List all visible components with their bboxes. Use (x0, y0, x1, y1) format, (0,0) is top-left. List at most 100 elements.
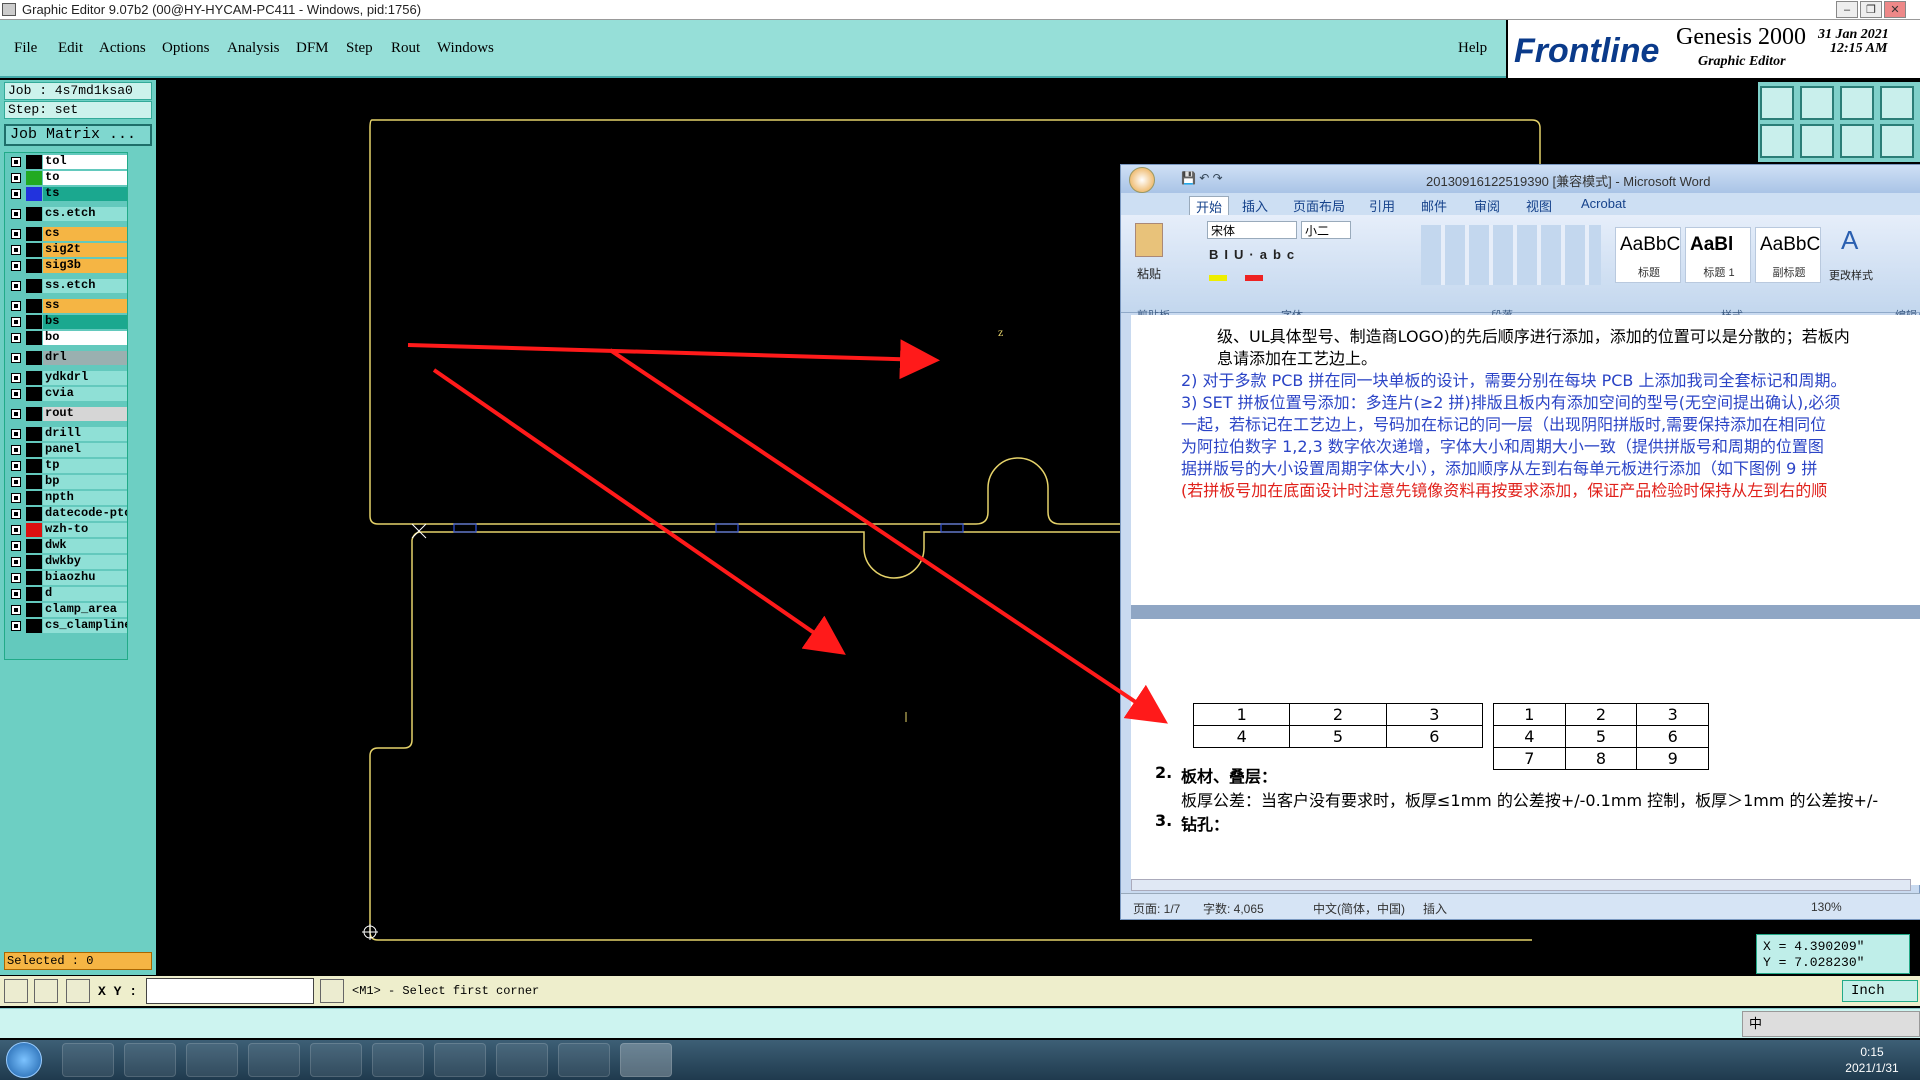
tab-home[interactable]: 开始 (1189, 196, 1230, 217)
document-area[interactable]: 级、UL具体型号、制造商LOGO)的先后顺序进行添加，添加的位置可以是分散的；若… (1131, 315, 1920, 885)
tab-mailings[interactable]: 邮件 (1421, 196, 1447, 215)
measure-icon[interactable] (1880, 124, 1914, 158)
close-button[interactable]: ✕ (1884, 1, 1906, 18)
layer-color-swatch[interactable] (26, 491, 42, 505)
layer-name[interactable]: ydkdrl (43, 371, 127, 385)
ime-toolbar[interactable]: 中 (1742, 1011, 1920, 1037)
layer-color-swatch[interactable] (26, 507, 42, 521)
layer-checkbox[interactable] (11, 461, 21, 471)
word-window[interactable]: 💾 ↶ ↷ 20130916122519390 [兼容模式] - Microso… (1120, 164, 1920, 920)
format-buttons-icon[interactable]: BIU·abc (1209, 247, 1300, 262)
layer-color-swatch[interactable] (26, 227, 42, 241)
style-title[interactable]: AaBbC 标题 (1615, 227, 1681, 283)
layer-row[interactable]: cs (5, 227, 129, 241)
layer-color-swatch[interactable] (26, 619, 42, 633)
menu-actions[interactable]: Actions (99, 40, 146, 57)
layer-row[interactable]: rout (5, 407, 129, 421)
menu-analysis[interactable]: Analysis (227, 40, 280, 57)
layer-checkbox[interactable] (11, 589, 21, 599)
maximize-button[interactable]: ❐ (1860, 1, 1882, 18)
tab-references[interactable]: 引用 (1369, 196, 1395, 215)
layer-color-swatch[interactable] (26, 571, 42, 585)
style-heading1[interactable]: AaBl 标题 1 (1685, 227, 1751, 283)
tab-insert[interactable]: 插入 (1242, 196, 1268, 215)
tab-review[interactable]: 审阅 (1474, 196, 1500, 215)
layer-name[interactable]: bp (43, 475, 127, 489)
layer-color-swatch[interactable] (26, 315, 42, 329)
menu-windows[interactable]: Windows (437, 40, 494, 57)
layer-color-swatch[interactable] (26, 587, 42, 601)
layer-name[interactable]: dwkby (43, 555, 127, 569)
layer-name[interactable]: cs (43, 227, 127, 241)
layer-row[interactable]: npth (5, 491, 129, 505)
layer-name[interactable]: panel (43, 443, 127, 457)
taskbar-app-8-icon[interactable] (496, 1043, 548, 1077)
taskbar-genesis-icon[interactable] (558, 1043, 610, 1077)
pan-right-icon[interactable] (1800, 124, 1834, 158)
layer-name[interactable]: ss (43, 299, 127, 313)
horizontal-scrollbar[interactable] (1131, 879, 1911, 891)
layer-checkbox[interactable] (11, 281, 21, 291)
layer-row[interactable]: ts (5, 187, 129, 201)
layer-checkbox[interactable] (11, 333, 21, 343)
paragraph-tools-icon[interactable] (1421, 225, 1601, 285)
start-button-icon[interactable] (6, 1042, 42, 1078)
layer-checkbox[interactable] (11, 301, 21, 311)
layer-name[interactable]: datecode-pto (43, 507, 127, 521)
layer-color-swatch[interactable] (26, 539, 42, 553)
paste-icon[interactable] (1135, 223, 1163, 257)
layer-checkbox[interactable] (11, 409, 21, 419)
layer-row[interactable]: drill (5, 427, 129, 441)
layer-color-swatch[interactable] (26, 407, 42, 421)
layer-name[interactable]: to (43, 171, 127, 185)
layer-row[interactable]: tp (5, 459, 129, 473)
layer-checkbox[interactable] (11, 261, 21, 271)
menu-step[interactable]: Step (346, 40, 373, 57)
layer-row[interactable]: bp (5, 475, 129, 489)
highlight-icon[interactable] (1209, 275, 1227, 281)
layer-color-swatch[interactable] (26, 171, 42, 185)
layer-row[interactable]: d (5, 587, 129, 601)
taskbar-app-4-icon[interactable] (248, 1043, 300, 1077)
layer-checkbox[interactable] (11, 353, 21, 363)
layer-color-swatch[interactable] (26, 387, 42, 401)
menu-help[interactable]: Help (1458, 40, 1487, 57)
font-name-select[interactable]: 宋体 (1207, 221, 1297, 239)
layer-row[interactable]: clamp_area (5, 603, 129, 617)
layer-checkbox[interactable] (11, 157, 21, 167)
taskbar-word-icon[interactable] (620, 1043, 672, 1077)
tab-view[interactable]: 视图 (1526, 196, 1552, 215)
taskbar-app-3-icon[interactable] (186, 1043, 238, 1077)
layer-color-swatch[interactable] (26, 331, 42, 345)
layer-row[interactable]: ydkdrl (5, 371, 129, 385)
layer-row[interactable]: to (5, 171, 129, 185)
office-button-icon[interactable] (1129, 167, 1155, 193)
layer-checkbox[interactable] (11, 229, 21, 239)
quick-access-icon[interactable]: 💾 ↶ ↷ (1181, 171, 1241, 185)
tab-layout[interactable]: 页面布局 (1293, 196, 1345, 215)
layer-checkbox[interactable] (11, 525, 21, 535)
layer-checkbox[interactable] (11, 493, 21, 503)
layer-checkbox[interactable] (11, 445, 21, 455)
layer-checkbox[interactable] (11, 209, 21, 219)
layer-name[interactable]: sig2t (43, 243, 127, 257)
layer-color-swatch[interactable] (26, 243, 42, 257)
layer-row[interactable]: dwkby (5, 555, 129, 569)
measure-mode-icon[interactable] (34, 979, 58, 1003)
layer-color-swatch[interactable] (26, 155, 42, 169)
grid-icon[interactable] (1880, 86, 1914, 120)
style-subtitle[interactable]: AaBbC 副标题 (1755, 227, 1821, 283)
job-matrix-button[interactable]: Job Matrix ... (4, 124, 152, 146)
layer-color-swatch[interactable] (26, 259, 42, 273)
text-cursor-icon[interactable] (320, 979, 344, 1003)
layer-color-swatch[interactable] (26, 427, 42, 441)
font-size-select[interactable]: 小二 (1301, 221, 1351, 239)
layer-name[interactable]: tp (43, 459, 127, 473)
layer-checkbox[interactable] (11, 317, 21, 327)
layer-row[interactable]: bs (5, 315, 129, 329)
xy-input[interactable] (146, 978, 314, 1004)
layer-name[interactable]: d (43, 587, 127, 601)
layer-checkbox[interactable] (11, 605, 21, 615)
layer-checkbox[interactable] (11, 373, 21, 383)
layer-checkbox[interactable] (11, 509, 21, 519)
